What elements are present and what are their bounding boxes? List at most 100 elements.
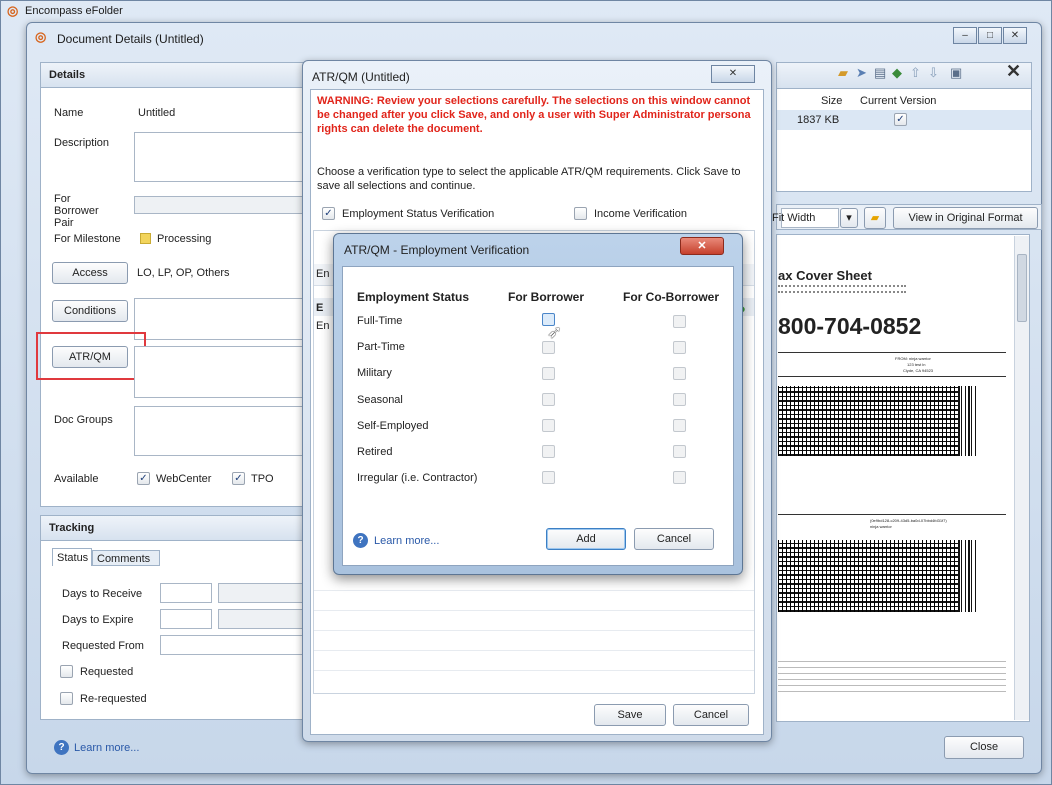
row-military-label: Military — [357, 367, 392, 379]
full-time-coborrower-checkbox — [673, 315, 686, 328]
grid-fragment-3: En — [316, 320, 330, 332]
file-toolbar: ▰ ➤ ▤ ◆ ⇧ ⇩ ▣ ✕ — [838, 62, 1032, 84]
window-controls: – □ ✕ — [953, 27, 1033, 45]
doc-title: ax Cover Sheet — [778, 268, 872, 283]
doc-guid: (0e9bd128-c209-43d5-ba0d-07bbd4fd31f7) — [870, 518, 947, 523]
size-header: Size — [821, 95, 843, 107]
webcenter-checkbox[interactable]: ✓ — [137, 472, 150, 485]
row-full-time-label: Full-Time — [357, 315, 403, 327]
folder-icon[interactable]: ▰ — [838, 66, 848, 80]
part-time-coborrower-checkbox — [673, 341, 686, 354]
employment-learn-more-link[interactable]: Learn more... — [374, 535, 439, 547]
comment-button[interactable]: ▰ — [864, 207, 886, 229]
self-employed-borrower-checkbox[interactable] — [542, 419, 555, 432]
days-to-receive-label: Days to Receive — [62, 588, 143, 600]
zoom-value: Fit Width — [772, 212, 816, 224]
col-for-borrower: For Borrower — [508, 290, 585, 304]
forward-icon[interactable]: ➤ — [856, 66, 867, 80]
seasonal-borrower-checkbox[interactable] — [542, 393, 555, 406]
doc-divider-3 — [778, 514, 1006, 515]
atrqm-grid-rows — [314, 580, 754, 690]
days-to-expire-input[interactable] — [160, 609, 212, 629]
close-button[interactable]: Close — [944, 736, 1024, 759]
barcode-1 — [778, 386, 958, 456]
retired-borrower-checkbox[interactable] — [542, 445, 555, 458]
doc-address: 123 test ln — [907, 362, 926, 367]
row-seasonal-label: Seasonal — [357, 394, 403, 406]
requested-from-label: Requested From — [62, 640, 144, 652]
access-button[interactable]: Access — [52, 262, 128, 284]
barcode-2 — [778, 540, 958, 612]
employment-cancel-button[interactable]: Cancel — [634, 528, 714, 550]
income-verification-label: Income Verification — [594, 208, 687, 220]
grid-fragment-1: En — [316, 268, 330, 280]
webcenter-label: WebCenter — [156, 473, 212, 485]
chevron-down-icon: ▾ — [846, 212, 852, 224]
minimize-button[interactable]: – — [953, 27, 977, 44]
add-button[interactable]: Add — [546, 528, 626, 550]
tpo-label: TPO — [251, 473, 274, 485]
encompass-logo-icon: ◎ — [35, 29, 47, 44]
move-down-icon[interactable]: ⇩ — [928, 66, 939, 80]
irregular-borrower-checkbox[interactable] — [542, 471, 555, 484]
comment-icon: ▰ — [870, 212, 880, 224]
window-title: Document Details (Untitled) — [57, 32, 204, 46]
tab-status[interactable]: Status — [52, 548, 92, 566]
military-borrower-checkbox[interactable] — [542, 367, 555, 380]
atrqm-close-button[interactable]: ✕ — [711, 65, 755, 83]
military-coborrower-checkbox — [673, 367, 686, 380]
atrqm-dialog-title: ATR/QM (Untitled) — [312, 70, 410, 84]
days-to-expire-date — [218, 609, 310, 629]
zoom-dropdown-button[interactable]: ▾ — [840, 208, 858, 228]
doc-city: Clyde, CA 94523 — [903, 368, 934, 373]
maximize-button[interactable]: □ — [978, 27, 1002, 44]
viewer-scroll-thumb[interactable] — [1017, 254, 1027, 322]
atrqm-cancel-button[interactable]: Cancel — [673, 704, 749, 726]
tab-comments[interactable]: Comments — [92, 550, 160, 566]
rerequested-label: Re-requested — [80, 693, 147, 705]
name-value: Untitled — [138, 107, 176, 119]
details-header: Details — [41, 63, 331, 88]
help-icon[interactable]: ? — [353, 533, 368, 548]
learn-more-link[interactable]: Learn more... — [74, 742, 139, 754]
requested-from-input[interactable] — [160, 635, 310, 655]
employment-dialog-close-button[interactable]: ✕ — [680, 237, 724, 255]
viewer-scrollbar[interactable] — [1014, 236, 1029, 720]
days-to-receive-input[interactable] — [160, 583, 212, 603]
help-icon[interactable]: ? — [54, 740, 69, 755]
document-icon[interactable]: ▤ — [874, 66, 886, 80]
doc-fineprint — [778, 285, 906, 293]
atrqm-save-button[interactable]: Save — [594, 704, 666, 726]
close-window-button[interactable]: ✕ — [1003, 27, 1027, 44]
doc-ninja: ninja warrior — [870, 524, 892, 529]
view-original-button[interactable]: View in Original Format — [893, 207, 1038, 229]
days-to-expire-label: Days to Expire — [62, 614, 134, 626]
delete-icon[interactable]: ✕ — [1006, 62, 1021, 80]
requested-checkbox[interactable] — [60, 665, 73, 678]
self-employed-coborrower-checkbox — [673, 419, 686, 432]
rerequested-checkbox[interactable] — [60, 692, 73, 705]
current-version-header: Current Version — [860, 95, 937, 107]
mouse-cursor-icon: ➶ — [547, 322, 563, 342]
move-up-icon[interactable]: ⇧ — [910, 66, 921, 80]
income-verification-checkbox[interactable] — [574, 207, 587, 220]
irregular-coborrower-checkbox — [673, 471, 686, 484]
barcode-2-end — [958, 540, 978, 612]
row-retired-label: Retired — [357, 446, 393, 458]
milestone-color-icon — [140, 233, 151, 244]
available-label: Available — [54, 473, 99, 485]
employment-status-verification-checkbox[interactable]: ✓ — [322, 207, 335, 220]
access-value: LO, LP, OP, Others — [137, 267, 230, 279]
attach-icon[interactable]: ◆ — [892, 66, 902, 80]
doc-phone: 800-704-0852 — [778, 313, 922, 339]
zoom-select[interactable]: Fit Width — [772, 208, 839, 228]
conditions-button[interactable]: Conditions — [52, 300, 128, 322]
tpo-checkbox[interactable]: ✓ — [232, 472, 245, 485]
for-milestone-label: For Milestone — [54, 233, 121, 245]
employment-dialog-title: ATR/QM - Employment Verification — [344, 243, 530, 257]
export-icon[interactable]: ▣ — [950, 66, 962, 80]
doc-groups-label: Doc Groups — [54, 414, 113, 426]
efolder-title: Encompass eFolder — [25, 5, 123, 17]
milestone-value: Processing — [157, 233, 212, 245]
current-version-checkbox[interactable]: ✓ — [894, 113, 907, 126]
